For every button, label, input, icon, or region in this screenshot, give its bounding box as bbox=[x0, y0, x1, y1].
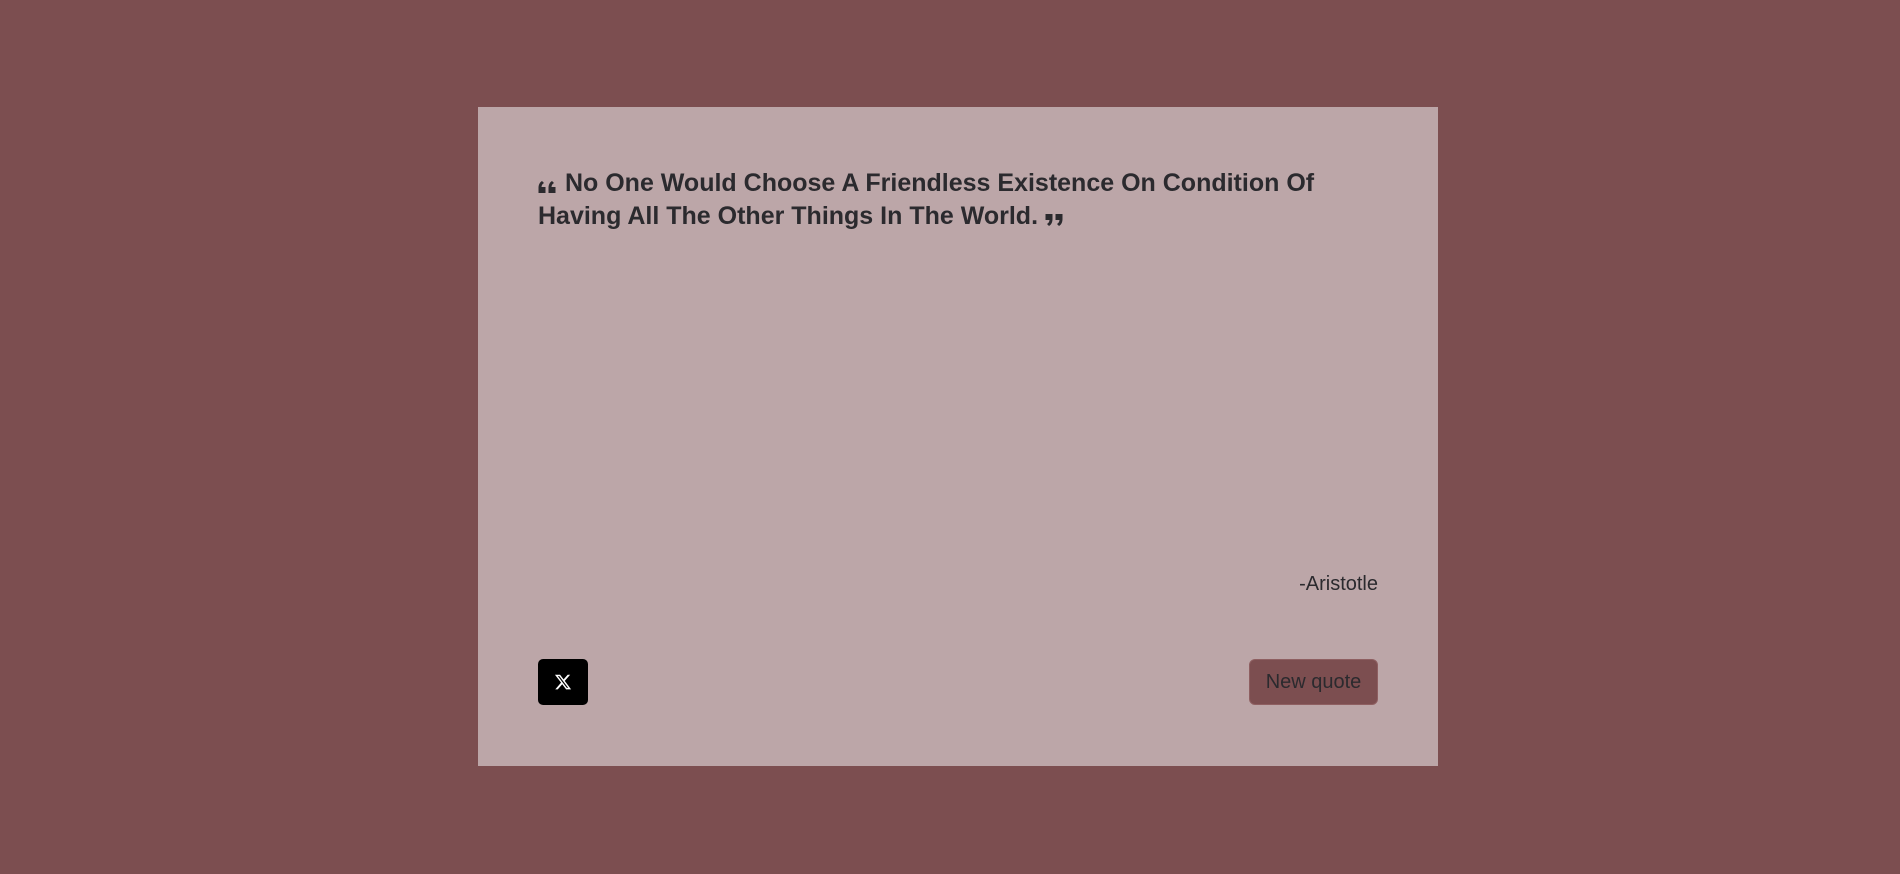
quote-author: -Aristotle bbox=[1299, 573, 1378, 595]
quote-text-container: No One Would Choose A Friendless Existen… bbox=[538, 167, 1378, 233]
tweet-quote-button[interactable] bbox=[538, 659, 588, 705]
quote-box: No One Would Choose A Friendless Existen… bbox=[478, 107, 1438, 766]
new-quote-button[interactable]: New quote bbox=[1249, 659, 1378, 705]
quote-text: No One Would Choose A Friendless Existen… bbox=[538, 169, 1315, 230]
x-twitter-icon bbox=[554, 673, 572, 691]
quote-left-icon bbox=[538, 180, 558, 194]
quote-right-icon bbox=[1045, 213, 1065, 227]
